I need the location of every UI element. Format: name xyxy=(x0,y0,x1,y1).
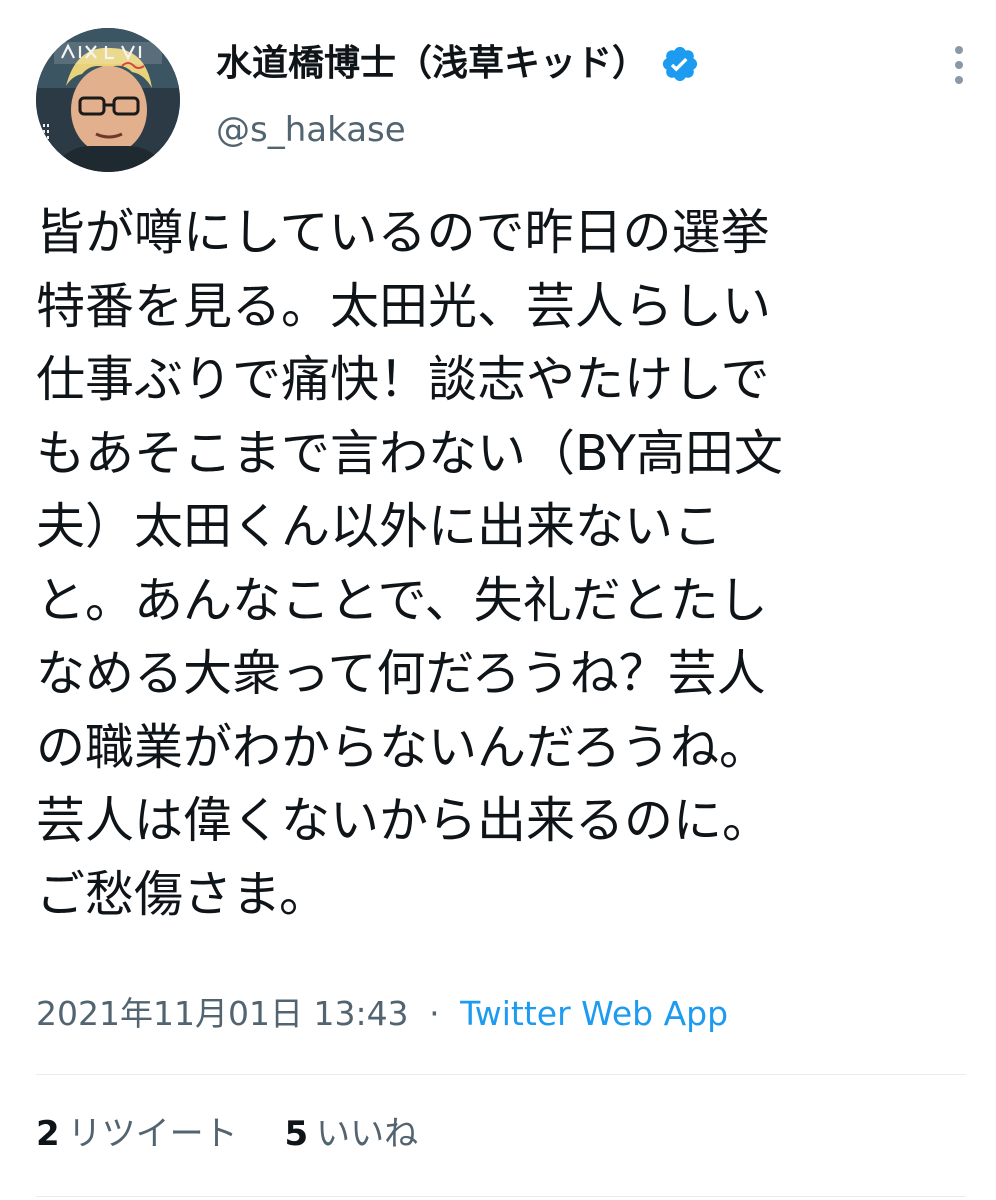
tweet-text-line: 特番を見る。太田光、芸人らしい xyxy=(36,277,772,335)
verified-badge-icon xyxy=(662,46,698,82)
tweet-stats: 2 リツイート 5 いいね xyxy=(36,1112,454,1156)
tweet-meta: 2021年11月01日 13:43 · Twitter Web App xyxy=(36,990,728,1038)
like-label: いいね xyxy=(316,1114,419,1154)
user-handle[interactable]: @s_hakase xyxy=(216,110,406,150)
avatar-illustration-icon xyxy=(36,28,180,172)
tweet-text-line: なめる大衆って何だろうね？芸人 xyxy=(36,645,766,702)
avatar[interactable] xyxy=(36,28,180,172)
tweet-text-line: と。あんなことで、失礼だとたし xyxy=(36,571,768,629)
tweet-text-line: 夫）太田くん以外に出来ないこ xyxy=(36,498,723,555)
tweet-text: 皆が噂にしているので昨日の選挙 特番を見る。太田光、芸人らしい 仕事ぶりで痛快！… xyxy=(36,196,956,931)
more-options-icon[interactable] xyxy=(952,46,966,90)
retweet-label: リツイート xyxy=(67,1114,238,1154)
tweet-text-line: ご愁傷さま。 xyxy=(36,865,329,923)
divider xyxy=(36,1196,966,1197)
tweet-timestamp[interactable]: 2021年11月01日 13:43 xyxy=(36,994,409,1033)
tweet-text-line: 皆が噂にしているので昨日の選挙 xyxy=(36,204,770,261)
display-name[interactable]: 水道橋博士（浅草キッド） xyxy=(216,42,648,86)
tweet-text-line: の職業がわからないんだろうね。 xyxy=(36,718,769,776)
meta-separator: · xyxy=(429,994,440,1033)
divider xyxy=(36,1074,966,1075)
retweets-stat[interactable]: 2 リツイート xyxy=(36,1114,238,1154)
tweet-header: 水道橋博士（浅草キッド） @s_hakase xyxy=(36,28,966,172)
tweet-text-line: 仕事ぶりで痛快！談志やたけしで xyxy=(36,351,770,408)
tweet-source-link[interactable]: Twitter Web App xyxy=(460,994,728,1033)
likes-stat[interactable]: 5 いいね xyxy=(284,1114,418,1154)
retweet-count: 2 xyxy=(36,1114,60,1154)
like-count: 5 xyxy=(284,1114,309,1154)
display-name-row[interactable]: 水道橋博士（浅草キッド） xyxy=(216,42,700,86)
tweet-text-line: もあそこまで言わない（BY高田文 xyxy=(36,424,783,482)
tweet-text-line: 芸人は偉くないから出来るのに。 xyxy=(36,792,772,849)
